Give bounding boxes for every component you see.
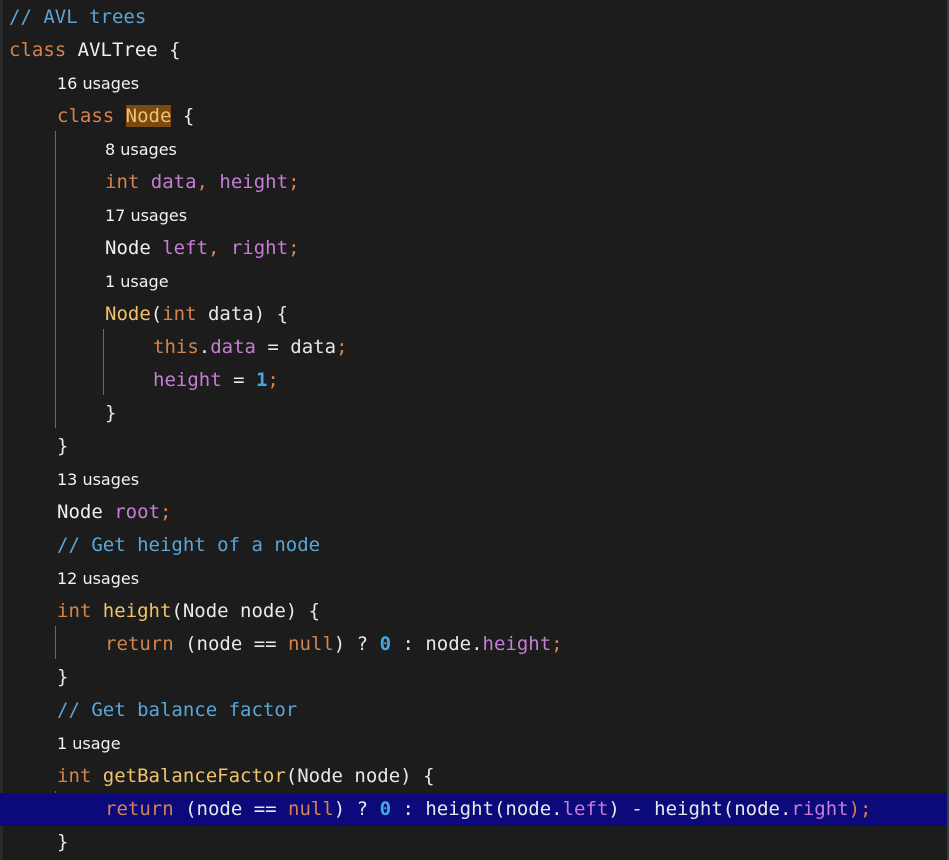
code-token: (node == — [185, 798, 289, 820]
code-token: int — [162, 303, 208, 325]
code-token: ); — [848, 798, 872, 820]
code-token: } — [105, 402, 117, 424]
code-token: ( — [150, 303, 163, 325]
code-token: return — [105, 798, 186, 820]
usages-hint[interactable]: 17 usages — [0, 199, 949, 232]
usages-hint-label[interactable]: 1 usage — [57, 734, 121, 753]
code-line[interactable]: // Get balance factor — [0, 694, 949, 727]
code-token: 0 — [379, 633, 392, 655]
code-line[interactable]: } — [0, 661, 949, 694]
code-token: { — [171, 105, 195, 127]
code-line[interactable]: // AVL trees — [0, 1, 949, 34]
usages-hint-label[interactable]: 16 usages — [57, 74, 139, 93]
code-token: return — [105, 633, 186, 655]
code-line[interactable]: Node left, right; — [0, 232, 949, 265]
code-token: 0 — [379, 798, 392, 820]
code-token: = — [221, 369, 256, 391]
code-token: int — [57, 600, 103, 622]
code-token: null — [288, 633, 334, 655]
code-token: ) ? — [333, 633, 380, 655]
code-token: int — [57, 765, 103, 787]
code-line[interactable]: } — [0, 430, 949, 463]
code-line[interactable]: Node root; — [0, 496, 949, 529]
usages-hint[interactable]: 16 usages — [0, 67, 949, 100]
usages-hint[interactable]: 13 usages — [0, 463, 949, 496]
code-token: Node — [105, 237, 163, 259]
usages-hint[interactable]: 12 usages — [0, 562, 949, 595]
code-token: class — [9, 39, 78, 61]
code-token: ; — [288, 171, 300, 193]
code-token: . — [198, 336, 211, 358]
code-token: ; — [551, 633, 563, 655]
code-token: data) { — [207, 303, 289, 325]
code-token: // Get height of a node — [57, 534, 321, 556]
code-token: , — [196, 171, 220, 193]
code-token: (node == — [185, 633, 289, 655]
usages-hint-label[interactable]: 17 usages — [105, 206, 187, 225]
code-token: Node — [125, 105, 172, 127]
code-token: class — [57, 105, 126, 127]
code-token: // AVL trees — [9, 6, 147, 28]
code-token: right — [230, 237, 289, 259]
code-token: this — [153, 336, 199, 358]
code-line[interactable]: return (node == null) ? 0 : node.height; — [0, 628, 949, 661]
code-token: } — [57, 831, 69, 853]
code-token: ; — [267, 369, 279, 391]
code-token: ) ? — [333, 798, 380, 820]
code-token: ; — [288, 237, 300, 259]
code-token: getBalanceFactor — [102, 765, 286, 787]
code-line[interactable]: class Node { — [0, 100, 949, 133]
code-token: Node — [57, 501, 115, 523]
code-token: } — [57, 666, 69, 688]
code-token: Node — [105, 303, 151, 325]
code-token: height — [153, 369, 222, 391]
code-line[interactable]: Node(int data) { — [0, 298, 949, 331]
code-token: , — [207, 237, 231, 259]
code-token: height — [102, 600, 172, 622]
code-token: left — [162, 237, 208, 259]
code-token: ; — [159, 501, 172, 523]
code-token: // Get balance factor — [57, 699, 298, 721]
code-token: left — [562, 798, 609, 820]
code-line[interactable]: height = 1; — [0, 364, 949, 397]
code-token: height — [482, 633, 552, 655]
code-token: AVLTree — [77, 39, 158, 61]
code-token: right — [791, 798, 849, 820]
code-line[interactable]: return (node == null) ? 0 : height(node.… — [0, 793, 949, 826]
code-editor[interactable]: // AVL trees class AVLTree {16 usages clas… — [0, 0, 949, 860]
code-token: root — [114, 501, 160, 523]
code-token: (Node node) { — [171, 600, 321, 622]
code-token: = data — [255, 336, 337, 358]
code-token: : node. — [391, 633, 483, 655]
code-token: ) - height(node. — [608, 798, 792, 820]
usages-hint[interactable]: 1 usage — [0, 727, 949, 760]
code-token: { — [157, 39, 181, 61]
code-line[interactable]: } — [0, 397, 949, 430]
code-token: null — [288, 798, 334, 820]
usages-hint[interactable]: 8 usages — [0, 133, 949, 166]
code-line[interactable]: } — [0, 826, 949, 859]
code-token: ; — [336, 336, 348, 358]
usages-hint[interactable]: 1 usage — [0, 265, 949, 298]
code-token: : height(node. — [391, 798, 563, 820]
code-token: 1 — [255, 369, 268, 391]
usages-hint-label[interactable]: 12 usages — [57, 569, 139, 588]
code-line[interactable]: // Get height of a node — [0, 529, 949, 562]
usages-hint-label[interactable]: 13 usages — [57, 470, 139, 489]
code-token: height — [219, 171, 289, 193]
code-line[interactable]: int getBalanceFactor(Node node) { — [0, 760, 949, 793]
code-token: int — [105, 171, 151, 193]
code-token: } — [57, 435, 69, 457]
code-line[interactable]: int height(Node node) { — [0, 595, 949, 628]
usages-hint-label[interactable]: 8 usages — [105, 140, 177, 159]
code-line[interactable]: class AVLTree { — [0, 34, 949, 67]
code-token: data — [210, 336, 256, 358]
code-line[interactable]: int data, height; — [0, 166, 949, 199]
code-token: data — [150, 171, 197, 193]
code-token: (Node node) { — [285, 765, 435, 787]
usages-hint-label[interactable]: 1 usage — [105, 272, 169, 291]
code-line[interactable]: this.data = data; — [0, 331, 949, 364]
